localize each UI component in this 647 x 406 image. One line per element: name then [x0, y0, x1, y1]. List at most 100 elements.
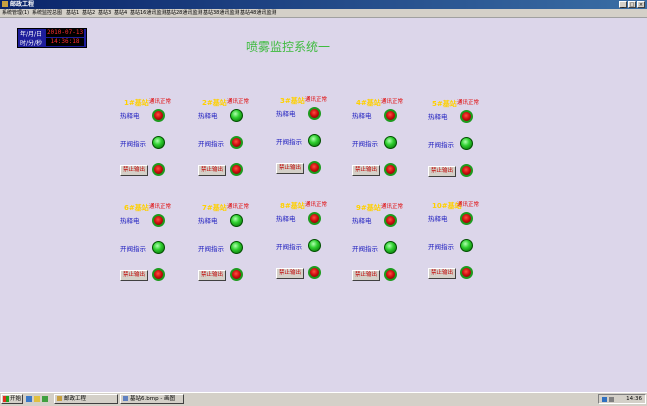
menu-overview[interactable]: 系统监控总图 — [32, 9, 62, 17]
disable-output-button[interactable]: 禁止输出 — [428, 268, 456, 279]
disable-output-button[interactable]: 禁止输出 — [276, 268, 304, 279]
comm-status: 通讯正常 — [149, 99, 172, 105]
heat-release-label: 热释电 — [352, 217, 372, 225]
menu-comm-28[interactable]: 基站28通讯监测 — [166, 9, 202, 17]
output-indicator — [152, 163, 165, 176]
date-value: 2010-07-13 — [46, 29, 84, 37]
output-indicator — [308, 161, 321, 174]
valve-label: 开阀指示 — [352, 140, 378, 148]
valve-label: 开阀指示 — [428, 141, 454, 149]
heat-release-indicator — [308, 107, 321, 120]
station-6: 6#基站 通讯正常 热释电 开阀指示 禁止输出 — [120, 203, 192, 293]
valve-label: 开阀指示 — [276, 138, 302, 146]
window-title: 邮政工程 — [10, 1, 35, 8]
time-label: 时/分/秒 — [20, 40, 43, 47]
ie-icon[interactable] — [26, 396, 32, 402]
station-name: 2#基站 — [202, 99, 227, 107]
disable-output-button[interactable]: 禁止输出 — [352, 270, 380, 281]
menu-station-3[interactable]: 基站3 — [98, 9, 111, 17]
station-2: 2#基站 通讯正常 热释电 开阀指示 禁止输出 — [198, 98, 270, 188]
station-name: 7#基站 — [202, 204, 227, 212]
valve-label: 开阀指示 — [276, 243, 302, 251]
station-name: 8#基站 — [280, 202, 305, 210]
date-label: 年/月/日 — [20, 31, 43, 38]
heat-release-label: 热释电 — [276, 110, 296, 118]
disable-output-button[interactable]: 禁止输出 — [120, 270, 148, 281]
station-name: 3#基站 — [280, 97, 305, 105]
comm-status: 通讯正常 — [305, 97, 328, 103]
task-button-app[interactable]: 邮政工程 — [54, 394, 118, 404]
disable-output-button[interactable]: 禁止输出 — [352, 165, 380, 176]
valve-label: 开阀指示 — [428, 243, 454, 251]
valve-indicator — [308, 134, 321, 147]
heat-release-indicator — [384, 109, 397, 122]
valve-label: 开阀指示 — [120, 245, 146, 253]
heat-release-indicator — [230, 109, 243, 122]
valve-indicator — [384, 136, 397, 149]
menu-comm-48[interactable]: 基站48通讯监测 — [240, 9, 276, 17]
output-indicator — [308, 266, 321, 279]
disable-output-button[interactable]: 禁止输出 — [428, 166, 456, 177]
valve-indicator — [308, 239, 321, 252]
tray-clock: 14:36 — [626, 396, 642, 402]
station-8: 8#基站 通讯正常 热释电 开阀指示 禁止输出 — [276, 201, 348, 291]
windows-logo-icon — [3, 396, 9, 402]
valve-indicator — [152, 241, 165, 254]
disable-output-button[interactable]: 禁止输出 — [276, 163, 304, 174]
valve-indicator — [230, 136, 243, 149]
valve-indicator — [460, 239, 473, 252]
heat-release-label: 热释电 — [276, 215, 296, 223]
volume-icon[interactable] — [609, 397, 614, 402]
heat-release-indicator — [460, 110, 473, 123]
comm-status: 通讯正常 — [305, 202, 328, 208]
output-indicator — [384, 163, 397, 176]
output-indicator — [230, 163, 243, 176]
station-10: 10#基站 通讯正常 热释电 开阀指示 禁止输出 — [428, 201, 500, 291]
disable-output-button[interactable]: 禁止输出 — [198, 270, 226, 281]
menu-station-2[interactable]: 基站2 — [82, 9, 95, 17]
heat-release-label: 热释电 — [198, 112, 218, 120]
station-name: 9#基站 — [356, 204, 381, 212]
heat-release-indicator — [152, 214, 165, 227]
start-label: 开始 — [10, 396, 22, 402]
menu-system-admin[interactable]: 系统管理(1) — [2, 9, 29, 17]
maximize-icon[interactable]: □ — [628, 1, 636, 8]
station-1: 1#基站 通讯正常 热释电 开阀指示 禁止输出 — [120, 98, 192, 188]
menu-station-4[interactable]: 基站4 — [114, 9, 127, 17]
menu-comm-16[interactable]: 基站16通讯监测 — [130, 9, 166, 17]
station-7: 7#基站 通讯正常 热释电 开阀指示 禁止输出 — [198, 203, 270, 293]
valve-label: 开阀指示 — [120, 140, 146, 148]
valve-indicator — [152, 136, 165, 149]
disable-output-button[interactable]: 禁止输出 — [198, 165, 226, 176]
folder-icon[interactable] — [34, 396, 40, 402]
heat-release-label: 热释电 — [120, 217, 140, 225]
window-titlebar: 邮政工程 _ □ × — [0, 0, 647, 9]
valve-label: 开阀指示 — [198, 245, 224, 253]
task-button-paint[interactable]: 基站6.bmp - 画图 — [120, 394, 184, 404]
comm-status: 通讯正常 — [227, 99, 250, 105]
comm-status: 通讯正常 — [381, 204, 404, 210]
heat-release-label: 热释电 — [198, 217, 218, 225]
menu-comm-38[interactable]: 基站38通讯监测 — [203, 9, 239, 17]
heat-release-indicator — [384, 214, 397, 227]
valve-label: 开阀指示 — [352, 245, 378, 253]
output-indicator — [230, 268, 243, 281]
minimize-icon[interactable]: _ — [619, 1, 627, 8]
heat-release-label: 热释电 — [428, 113, 448, 121]
desktop-icon[interactable] — [42, 396, 48, 402]
heat-release-indicator — [460, 212, 473, 225]
network-icon[interactable] — [602, 397, 607, 402]
system-tray: 14:36 — [598, 394, 646, 404]
task-label: 基站6.bmp - 画图 — [130, 396, 176, 402]
output-indicator — [152, 268, 165, 281]
station-name: 5#基站 — [432, 100, 457, 108]
taskbar: 开始 邮政工程 基站6.bmp - 画图 14:36 — [0, 392, 647, 406]
close-icon[interactable]: × — [637, 1, 645, 8]
start-button[interactable]: 开始 — [1, 394, 23, 404]
station-name: 1#基站 — [124, 99, 149, 107]
menu-station-1[interactable]: 基站1 — [66, 9, 79, 17]
disable-output-button[interactable]: 禁止输出 — [120, 165, 148, 176]
heat-release-label: 热释电 — [120, 112, 140, 120]
comm-status: 通讯正常 — [149, 204, 172, 210]
comm-status: 通讯正常 — [457, 202, 480, 208]
